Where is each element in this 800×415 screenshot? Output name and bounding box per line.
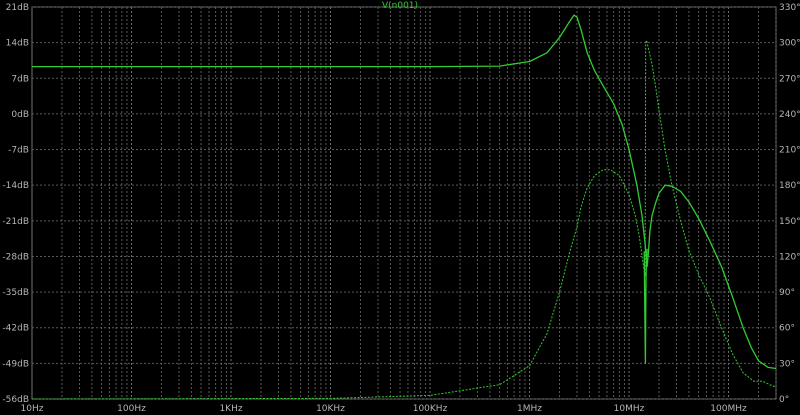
y-right-tick-label: 0°: [779, 395, 789, 405]
x-tick-label: 10Hz: [21, 404, 44, 414]
y-left-tick-label: 0dB: [11, 110, 29, 120]
x-tick-label: 100MHz: [710, 404, 747, 414]
y-right-tick-label: 120°: [779, 252, 800, 262]
y-right-tick-label: 210°: [779, 146, 800, 156]
y-left-tick-label: -56dB: [2, 395, 29, 405]
chart-title: V(n001): [382, 1, 418, 11]
y-right-tick-label: 90°: [779, 288, 795, 298]
y-right-tick-label: 330°: [779, 3, 800, 13]
x-tick-label: 10KHz: [316, 404, 345, 414]
plot-frame: [31, 6, 777, 400]
y-left-tick-label: -7dB: [8, 146, 29, 156]
y-right-tick-label: 270°: [779, 74, 800, 84]
y-left-tick-label: 21dB: [6, 3, 29, 13]
y-left-tick-label: -49dB: [2, 359, 29, 369]
y-left-tick-label: -14dB: [2, 181, 29, 191]
y-left-tick-label: -42dB: [2, 324, 29, 334]
y-left-tick-label: -28dB: [2, 252, 29, 262]
phase-trace: [31, 39, 777, 400]
y-left-tick-label: -21dB: [2, 217, 29, 227]
x-tick-label: 1KHz: [219, 404, 242, 414]
magnitude-trace: [32, 14, 777, 370]
x-tick-label: 10MHz: [614, 404, 645, 414]
y-right-tick-label: 60°: [779, 324, 795, 334]
y-right-tick-label: 150°: [779, 217, 800, 227]
y-right-tick-label: 30°: [779, 359, 795, 369]
grid-layer: [31, 6, 777, 400]
y-left-tick-label: -35dB: [2, 288, 29, 298]
y-left-tick-label: 7dB: [11, 74, 29, 84]
y-right-tick-label: 180°: [779, 181, 800, 191]
x-tick-label: 100KHz: [413, 404, 448, 414]
trace-layer: [31, 14, 777, 400]
x-tick-label: 1MHz: [517, 404, 542, 414]
x-tick-label: 100Hz: [117, 404, 146, 414]
y-right-tick-label: 300°: [779, 39, 800, 49]
y-right-tick-label: 240°: [779, 110, 800, 120]
y-left-tick-label: 14dB: [6, 39, 29, 49]
bode-plot: 10Hz 100Hz 1KHz 10KHz 100KHz 1MHz 10MHz 100MHz 2…: [2, 1, 800, 414]
